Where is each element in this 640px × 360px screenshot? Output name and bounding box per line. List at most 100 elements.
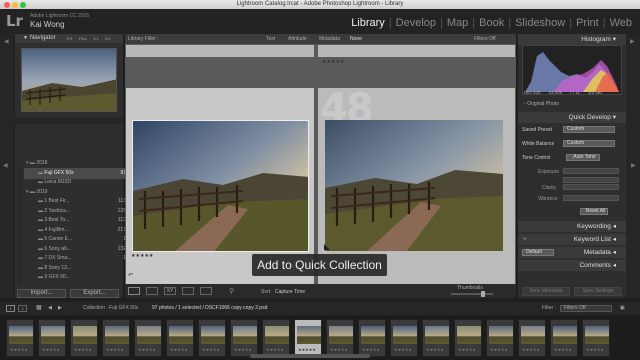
module-print[interactable]: Print: [572, 17, 603, 29]
zoom-fit[interactable]: FIT: [67, 34, 73, 43]
quick-develop-header[interactable]: Quick Develop ▾: [518, 112, 626, 123]
photo-thumbnail[interactable]: [325, 120, 503, 251]
filmstrip-thumbnail[interactable]: ★★★★★: [230, 319, 258, 357]
close-window-button[interactable]: [4, 2, 10, 8]
filmstrip-thumbnail-stars[interactable]: ★★★★★: [490, 347, 508, 352]
filmstrip-thumbnail[interactable]: ★★★★★: [454, 319, 482, 357]
compare-view-icon[interactable]: XY: [164, 287, 176, 295]
original-photo-checkbox[interactable]: ▫ Original Photo: [524, 101, 559, 107]
painter-icon[interactable]: ⚲: [229, 287, 234, 295]
filmstrip-thumbnail-stars[interactable]: ★★★★★: [522, 347, 540, 352]
collapse-right-arrow-icon[interactable]: ▶: [630, 38, 635, 45]
filmstrip-thumbnail[interactable]: ★★★★★: [294, 319, 322, 357]
page-2-button[interactable]: 2: [18, 305, 27, 312]
filmstrip-thumbnail[interactable]: ★★★★★: [70, 319, 98, 357]
filmstrip-thumbnail-stars[interactable]: ★★★★★: [74, 347, 92, 352]
zoom-3-1[interactable]: 3:1: [105, 34, 111, 43]
filmstrip-thumbnail-stars[interactable]: ★★★★★: [362, 347, 380, 352]
rating-stars[interactable]: ★★★★★: [131, 253, 153, 259]
filmstrip-thumbnail[interactable]: ★★★★★: [518, 319, 546, 357]
thumbnail-size-slider[interactable]: [451, 293, 493, 295]
filmstrip-thumbnail-stars[interactable]: ★★★★★: [330, 347, 348, 352]
zoom-1-1[interactable]: 1:1: [93, 34, 99, 43]
filmstrip-thumbnail[interactable]: ★★★★★: [550, 319, 578, 357]
sync-settings-button[interactable]: Sync Settings: [574, 287, 622, 296]
navigator-header[interactable]: ▼ Navigator FIT FILL 1:1 3:1: [15, 34, 123, 43]
histogram-header[interactable]: Histogram ▾: [518, 34, 626, 45]
filmstrip-thumbnail[interactable]: ★★★★★: [390, 319, 418, 357]
filmstrip-thumbnail-stars[interactable]: ★★★★★: [554, 347, 572, 352]
grid-icon[interactable]: ▦: [36, 302, 42, 315]
module-map[interactable]: Map: [443, 17, 472, 29]
filter-metadata[interactable]: Metadata: [319, 34, 340, 44]
expand-right-arrow-icon[interactable]: ▶: [631, 162, 636, 169]
filmstrip-thumbnail-stars[interactable]: ★★★★★: [10, 347, 28, 352]
expand-left-arrow-icon[interactable]: ◀: [3, 162, 8, 169]
thumbnail-slider-handle[interactable]: [481, 291, 485, 297]
metadata-header[interactable]: Default Metadata ◂: [518, 247, 626, 258]
filter-preset-dropdown[interactable]: Filters Off: [474, 34, 496, 44]
module-book[interactable]: Book: [475, 17, 508, 29]
photo-thumbnail-selected[interactable]: [132, 120, 309, 252]
grid-cell-top-right[interactable]: [318, 45, 515, 57]
filmstrip-thumbnail-stars[interactable]: ★★★★★: [458, 347, 476, 352]
filmstrip-thumbnail-stars[interactable]: ★★★★★: [266, 347, 284, 352]
navigator-preview[interactable]: [21, 48, 117, 112]
comments-header[interactable]: Comments ◂: [518, 260, 626, 271]
rating-stars[interactable]: ★★★★★: [322, 59, 344, 65]
back-arrow-icon[interactable]: ◀: [48, 302, 52, 315]
filmstrip-thumbnail-stars[interactable]: ★★★★★: [170, 347, 188, 352]
module-library[interactable]: Library: [347, 17, 389, 29]
zoom-fill[interactable]: FILL: [79, 34, 87, 43]
filmstrip-thumbnail[interactable]: ★★★★★: [38, 319, 66, 357]
filmstrip-thumbnail-stars[interactable]: ★★★★★: [298, 347, 316, 352]
filmstrip-thumbnail[interactable]: ★★★★★: [134, 319, 162, 357]
exposure-stepper[interactable]: [563, 168, 619, 174]
folder-item[interactable]: ▬ 9 GFX 50...: [24, 272, 132, 283]
sort-dropdown[interactable]: Capture Time: [275, 289, 305, 295]
people-view-icon[interactable]: [200, 287, 212, 295]
auto-tone-button[interactable]: Auto Tone: [566, 154, 600, 161]
filmstrip-thumbnail-stars[interactable]: ★★★★★: [138, 347, 156, 352]
saved-preset-dropdown[interactable]: Custom: [563, 126, 615, 133]
module-develop[interactable]: Develop: [392, 17, 440, 29]
loupe-view-icon[interactable]: [146, 287, 158, 295]
filmstrip-thumbnail-stars[interactable]: ★★★★★: [234, 347, 252, 352]
filmstrip-thumbnail[interactable]: ★★★★★: [198, 319, 226, 357]
module-web[interactable]: Web: [606, 17, 636, 29]
filter-attribute[interactable]: Attribute: [288, 34, 307, 44]
filmstrip-thumbnail[interactable]: ★★★★★: [422, 319, 450, 357]
filmstrip-thumbnail-stars[interactable]: ★★★★★: [586, 347, 604, 352]
keywording-header[interactable]: Keywording ◂: [518, 221, 626, 232]
filmstrip-thumbnail[interactable]: ★★★★★: [582, 319, 610, 357]
filmstrip-thumbnail-stars[interactable]: ★★★★★: [42, 347, 60, 352]
survey-view-icon[interactable]: [182, 287, 194, 295]
filmstrip-thumbnail[interactable]: ★★★★★: [166, 319, 194, 357]
grid-view-icon[interactable]: [128, 287, 140, 295]
zoom-window-button[interactable]: [20, 2, 26, 8]
export-button[interactable]: Export...: [70, 289, 119, 298]
folder-scrollbar[interactable]: [17, 166, 22, 284]
reset-all-button[interactable]: Reset All: [580, 208, 608, 215]
rotate-left-icon[interactable]: ↶: [128, 272, 133, 279]
collapse-left-arrow-icon[interactable]: ◀: [4, 38, 9, 45]
vibrance-stepper[interactable]: [563, 195, 619, 201]
minimize-window-button[interactable]: [12, 2, 18, 8]
white-balance-dropdown[interactable]: Custom: [563, 140, 615, 147]
sync-metadata-button[interactable]: Sync Metadata: [522, 287, 570, 296]
keyword-list-header[interactable]: + Keyword List ◂: [518, 234, 626, 245]
page-1-button[interactable]: 1: [6, 305, 15, 312]
metadata-preset-dropdown[interactable]: Default: [522, 249, 554, 256]
filmstrip-thumbnail-stars[interactable]: ★★★★★: [394, 347, 412, 352]
filmstrip-filter-dropdown[interactable]: Filters Off: [560, 305, 612, 312]
collection-source[interactable]: Collection : Fuji GFX 50s: [83, 302, 138, 315]
add-keyword-icon[interactable]: +: [523, 234, 527, 245]
filmstrip-thumbnail-stars[interactable]: ★★★★★: [426, 347, 444, 352]
filmstrip-thumbnail-stars[interactable]: ★★★★★: [106, 347, 124, 352]
filmstrip-thumbnail[interactable]: ★★★★★: [358, 319, 386, 357]
filmstrip-thumbnail[interactable]: ★★★★★: [326, 319, 354, 357]
filter-text[interactable]: Text: [266, 34, 275, 44]
forward-arrow-icon[interactable]: ▶: [58, 302, 62, 315]
histogram[interactable]: [522, 45, 622, 95]
filmstrip-thumbnail[interactable]: ★★★★★: [262, 319, 290, 357]
